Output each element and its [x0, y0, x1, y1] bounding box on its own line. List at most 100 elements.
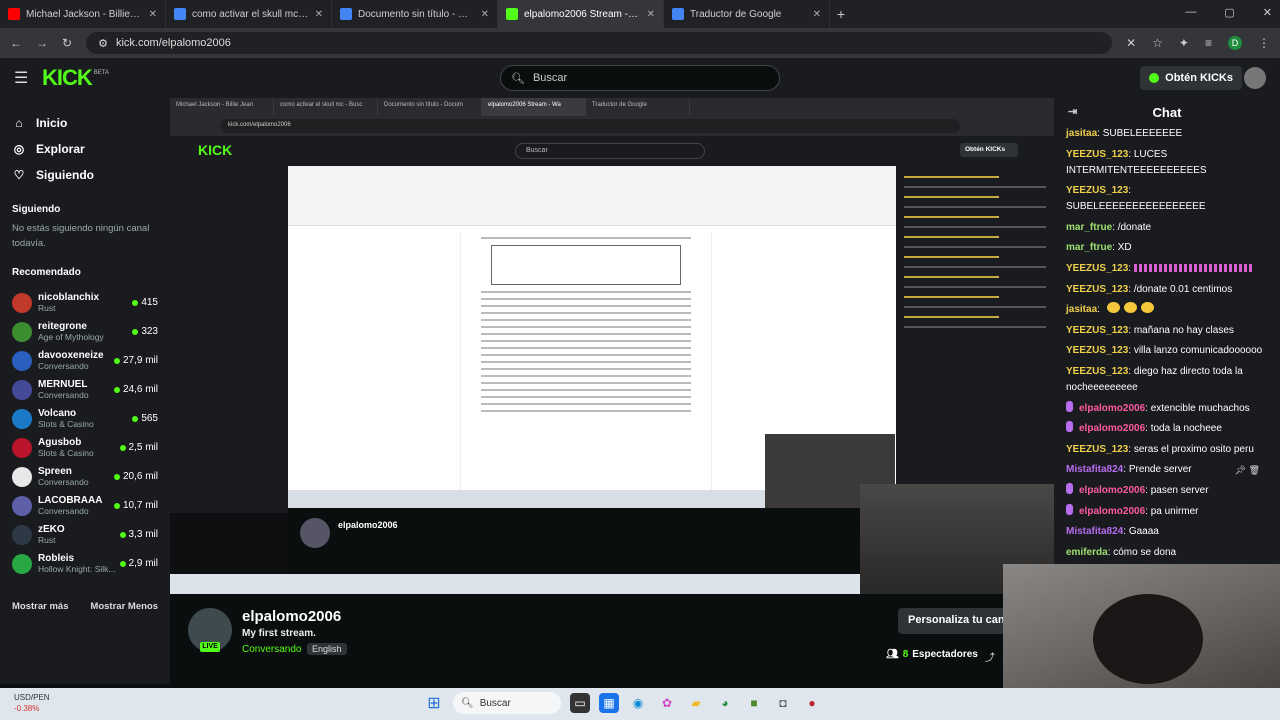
chrome-icon[interactable]: ◕	[715, 693, 735, 713]
nav-item-siguiendo[interactable]: ♡ Siguiendo	[12, 162, 170, 188]
chat-username[interactable]: elpalomo2006	[1079, 403, 1145, 414]
chat-username[interactable]: YEEZUS_123	[1066, 345, 1128, 356]
pin-message-icon[interactable]: 📌︎ 🗑︎	[1235, 465, 1260, 476]
recommended-channel[interactable]: nicoblanchix Rust 415	[12, 288, 170, 317]
close-tab-icon[interactable]: ✕	[315, 9, 323, 20]
currency-widget[interactable]: USD/PEN -0.38%	[14, 692, 50, 714]
close-tab-icon[interactable]: ✕	[813, 9, 821, 20]
browser-tab[interactable]: Traductor de Google ✕	[664, 0, 830, 28]
beta-label: BETA	[93, 70, 110, 76]
channel-name[interactable]: elpalomo2006	[242, 608, 341, 625]
taskbar-search-label: Buscar	[479, 697, 511, 709]
stream-category[interactable]: Conversando	[242, 644, 301, 655]
language-tag[interactable]: English	[307, 643, 347, 655]
chat-username[interactable]: elpalomo2006	[1079, 506, 1145, 517]
recommended-channel[interactable]: zEKO Rust 3,3 mil	[12, 520, 170, 549]
chat-username[interactable]: YEEZUS_123	[1066, 325, 1128, 336]
chat-text: toda la nocheee	[1150, 423, 1222, 435]
viewer-count: 3,3 mil	[119, 529, 158, 540]
minimize-button[interactable]: —	[1185, 6, 1196, 19]
chat-username[interactable]: emiferda	[1066, 547, 1108, 558]
maximize-button[interactable]: ▢	[1224, 6, 1234, 19]
profile-avatar[interactable]: D	[1228, 36, 1242, 50]
chat-username[interactable]: jasitaa	[1066, 304, 1097, 315]
forward-icon[interactable]: →	[36, 36, 48, 50]
app-icon[interactable]: ●	[802, 693, 822, 713]
minecraft-icon[interactable]: ■	[744, 693, 764, 713]
task-view-icon[interactable]: ▭	[570, 693, 590, 713]
hamburger-menu-icon[interactable]: ☰	[14, 68, 40, 88]
url-field[interactable]: ⚙ kick.com/elpalomo2006	[86, 32, 1113, 54]
chat-username[interactable]: elpalomo2006	[1079, 423, 1145, 434]
browser-tab[interactable]: Documento sin título - Docum ✕	[332, 0, 498, 28]
bookmark-star-icon[interactable]: ☆	[1152, 36, 1163, 50]
recommended-channel[interactable]: MERNUEL Conversando 24,6 mil	[12, 375, 170, 404]
channel-avatar	[12, 350, 32, 371]
edge-icon[interactable]: ◉	[628, 693, 648, 713]
recommended-channel[interactable]: Agusbob Slots & Casino 2,5 mil	[12, 433, 170, 462]
calculator-icon[interactable]: ▦	[599, 693, 619, 713]
chat-username[interactable]: YEEZUS_123	[1066, 185, 1128, 196]
mute-icon[interactable]: ✕	[1126, 36, 1136, 50]
recommended-channel[interactable]: Robleis Hollow Knight: Silk... 2,9 mil	[12, 549, 170, 578]
menu-icon[interactable]: ⋮	[1258, 36, 1270, 50]
show-less-button[interactable]: Mostrar Menos	[90, 601, 158, 612]
recommended-channel[interactable]: Volcano Slots & Casino 565	[12, 404, 170, 433]
site-info-icon[interactable]: ⚙	[98, 37, 108, 50]
close-tab-icon[interactable]: ✕	[149, 9, 157, 20]
file-explorer-icon[interactable]: ▰	[686, 693, 706, 713]
chat-username[interactable]: YEEZUS_123	[1066, 444, 1128, 455]
video-player[interactable]: Michael Jackson - Billie Jean como activa…	[170, 98, 1054, 594]
viewer-count: 24,6 mil	[113, 384, 158, 395]
viewers: 565	[141, 413, 158, 424]
close-tab-icon[interactable]: ✕	[481, 9, 489, 20]
personalize-channel-button[interactable]: Personaliza tu can	[898, 608, 1008, 634]
browser-tab[interactable]: elpalomo2006 Stream - Wa ✕	[498, 0, 664, 28]
chat-username[interactable]: Mistafita824	[1066, 464, 1123, 475]
close-tab-icon[interactable]: ✕	[647, 9, 655, 20]
windows-start-icon[interactable]: ⊞	[424, 693, 444, 713]
obtain-kicks-button[interactable]: Obtén KICKs	[1140, 66, 1242, 90]
viewers-icon: 👥︎	[886, 649, 899, 660]
chat-username[interactable]: mar_ftrue	[1066, 242, 1112, 253]
nav-item-inicio[interactable]: ⌂ Inicio	[12, 110, 170, 136]
taskbar-search[interactable]: 🔍︎ Buscar	[453, 692, 561, 714]
chat-username[interactable]: YEEZUS_123	[1066, 284, 1128, 295]
new-tab-button[interactable]: +	[830, 6, 852, 22]
recommended-channel[interactable]: reitegrone Age of Mythology 323	[12, 317, 170, 346]
live-dot-icon	[113, 473, 120, 480]
close-window-button[interactable]: ✕	[1263, 6, 1272, 19]
chat-text: seras el proximo osito peru	[1133, 443, 1254, 455]
chat-username[interactable]: elpalomo2006	[1079, 485, 1145, 496]
chat-username[interactable]: mar_ftrue	[1066, 222, 1112, 233]
nav-item-explorar[interactable]: ◎ Explorar	[12, 136, 170, 162]
chat-username[interactable]: YEEZUS_123	[1066, 263, 1128, 274]
camera-icon[interactable]: ◘	[773, 693, 793, 713]
chat-username[interactable]: YEEZUS_123	[1066, 149, 1128, 160]
chat-message: mar_ftrue: /donate	[1066, 221, 1152, 233]
recommended-channel[interactable]: davooxeneize Conversando 27,9 mil	[12, 346, 170, 375]
share-icon[interactable]: ⤴	[985, 649, 995, 664]
reading-list-icon[interactable]: ≡	[1205, 36, 1212, 50]
browser-tab[interactable]: Michael Jackson - Billie Jean ✕	[0, 0, 166, 28]
search-input[interactable]: 🔍︎ Buscar	[500, 65, 780, 91]
chat-username[interactable]: jasitaa	[1066, 128, 1097, 139]
copilot-icon[interactable]: ✿	[657, 693, 677, 713]
show-more-button[interactable]: Mostrar más	[12, 601, 69, 612]
reload-icon[interactable]: ↻	[62, 36, 72, 50]
user-avatar[interactable]	[1244, 67, 1266, 89]
extensions-icon[interactable]: ✦	[1179, 36, 1189, 50]
recommended-channel[interactable]: Spreen Conversando 20,6 mil	[12, 462, 170, 491]
browser-tab[interactable]: como activar el skull mc - Busc ✕	[166, 0, 332, 28]
live-dot-icon	[119, 531, 126, 538]
chat-message: jasitaa: SUBELEEEEEEE	[1066, 128, 1183, 139]
captured-tab: Documento sin título - Docum	[378, 98, 482, 116]
home-icon: ⌂	[15, 116, 23, 130]
recommended-channel[interactable]: LACOBRAAA Conversando 10,7 mil	[12, 491, 170, 520]
chat-username[interactable]: YEEZUS_123	[1066, 366, 1128, 377]
collapse-chat-icon[interactable]: ⇥	[1068, 105, 1077, 118]
chat-username[interactable]: Mistafita824	[1066, 526, 1123, 537]
kick-header: ☰ KICK BETA 🔍︎ Buscar Obtén KICKs	[0, 58, 1280, 98]
kick-logo[interactable]: KICK	[42, 65, 93, 91]
back-icon[interactable]: ←	[10, 36, 22, 50]
